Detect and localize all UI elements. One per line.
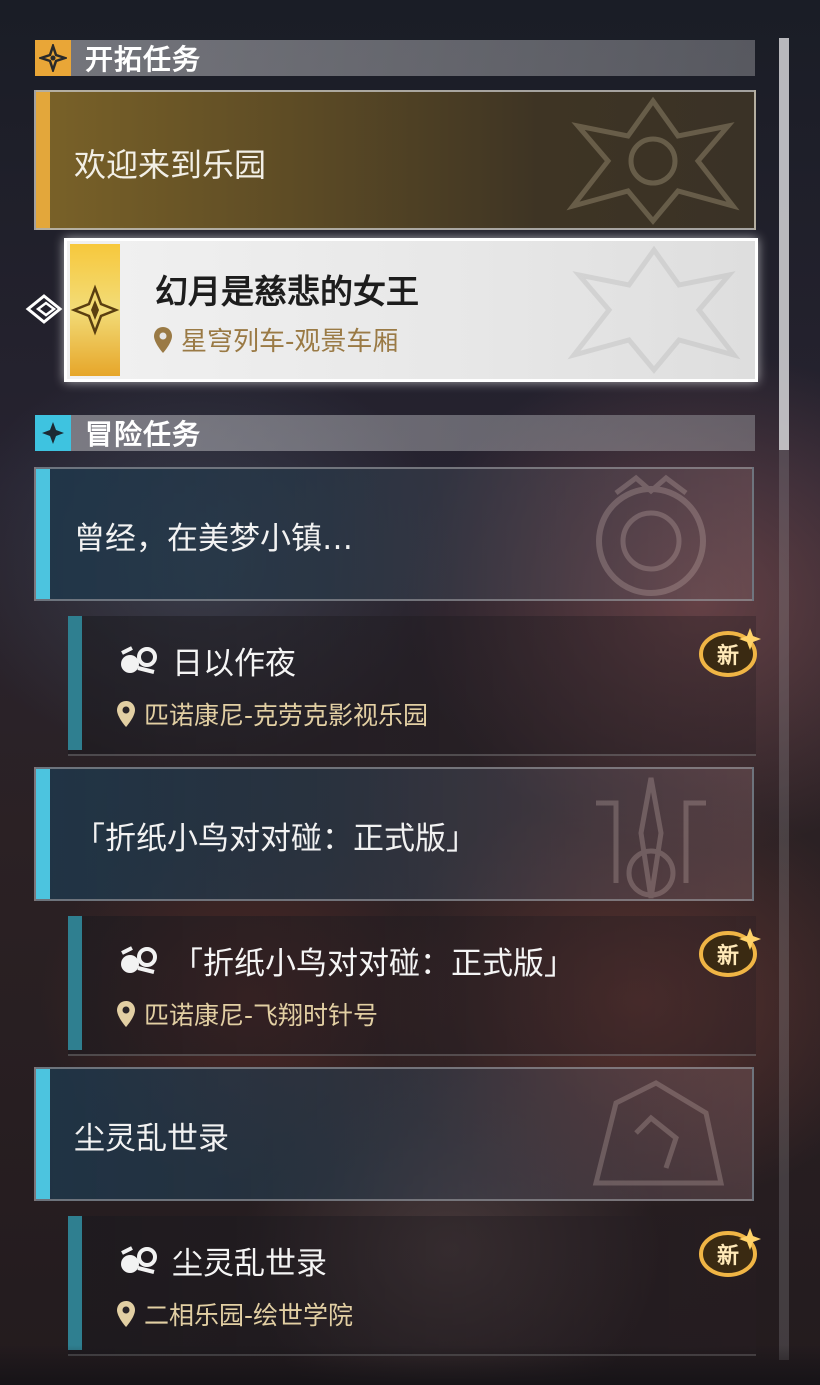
mission-location-text: 匹诺康尼-飞翔时针号 <box>144 1001 379 1030</box>
trailblaze-quest-badge <box>70 244 120 376</box>
mission-location-text: 二相乐园-绘世学院 <box>144 1301 354 1330</box>
mission-accent-bar <box>68 1216 82 1350</box>
adventure-mission-icon <box>121 1245 157 1274</box>
adventure-quest-group[interactable]: 曾经，在美梦小镇… <box>34 467 754 601</box>
location-pin-icon <box>154 326 172 353</box>
trailblaze-quest-selected[interactable]: 幻月是慈悲的女王 星穹列车-观景车厢 <box>64 238 758 382</box>
location-pin-icon <box>117 1001 135 1027</box>
adventure-quest-group[interactable]: 「折纸小鸟对对碰：正式版」 <box>34 767 754 901</box>
new-badge: 新 <box>698 624 764 680</box>
trailblaze-child-emblem-icon <box>567 245 741 374</box>
mission-title: 日以作夜 <box>172 646 296 682</box>
new-badge-text: 新 <box>717 643 739 669</box>
adventure-mission-icon <box>121 645 157 674</box>
mission-location-text: 匹诺康尼-克劳克影视乐园 <box>144 701 429 730</box>
adventure-emblem-icon <box>596 474 706 596</box>
mission-accent-bar <box>68 916 82 1050</box>
trailblaze-emblem-icon <box>566 96 740 225</box>
bottom-fade <box>0 1345 820 1385</box>
mission-title: 「折纸小鸟对对碰：正式版」 <box>172 946 575 982</box>
mission-title-row: 「折纸小鸟对对碰：正式版」 <box>118 938 575 983</box>
adventure-quest-group-title: 「折纸小鸟对对碰：正式版」 <box>74 821 477 857</box>
new-badge-text: 新 <box>717 1243 739 1269</box>
mission-accent-bar <box>68 616 82 750</box>
adventure-mission-icon <box>121 945 157 974</box>
adventure-mission-item[interactable]: 「折纸小鸟对对碰：正式版」 匹诺康尼-飞翔时针号 新 <box>68 916 761 1056</box>
trailblaze-accent-bar <box>36 92 50 228</box>
new-badge: 新 <box>698 924 764 980</box>
new-badge-text: 新 <box>717 943 739 969</box>
trailblaze-diamond-icon <box>35 40 71 76</box>
mission-location: 匹诺康尼-飞翔时针号 <box>116 996 378 1032</box>
adventure-quest-group-title: 尘灵乱世录 <box>74 1121 229 1157</box>
trailblaze-quest-location-text: 星穹列车-观景车厢 <box>181 327 399 357</box>
trailblaze-quest-location: 星穹列车-观景车厢 <box>153 321 398 358</box>
trailblaze-quest-group[interactable]: 欢迎来到乐园 <box>34 90 756 230</box>
mission-title-row: 尘灵乱世录 <box>118 1238 327 1283</box>
mission-list-panel: 开拓任务 欢迎来到乐园 幻月是慈悲的女王 星穹列车-观景车厢 冒险任务 曾经，在… <box>0 0 820 1385</box>
location-pin-icon <box>117 701 135 727</box>
scrollbar-thumb[interactable] <box>779 38 789 450</box>
trailblaze-quest-title: 幻月是慈悲的女王 <box>155 272 419 311</box>
adventure-accent-bar <box>36 1069 50 1199</box>
location-pin-icon <box>117 1301 135 1327</box>
trailblaze-quest-group-title: 欢迎来到乐园 <box>74 146 267 184</box>
adventure-accent-bar <box>36 469 50 599</box>
new-badge: 新 <box>698 1224 764 1280</box>
trailblaze-section-title: 开拓任务 <box>85 43 202 76</box>
adventure-emblem-icon <box>596 777 706 899</box>
adventure-section-header: 冒险任务 <box>35 415 755 451</box>
mission-title: 尘灵乱世录 <box>172 1246 327 1282</box>
adventure-section-title: 冒险任务 <box>85 418 202 451</box>
trailblaze-section-header: 开拓任务 <box>35 40 755 76</box>
mission-location: 匹诺康尼-克劳克影视乐园 <box>116 696 428 732</box>
adventure-star-icon <box>35 415 71 451</box>
adventure-mission-item[interactable]: 尘灵乱世录 二相乐园-绘世学院 新 <box>68 1216 761 1356</box>
adventure-accent-bar <box>36 769 50 899</box>
mission-location: 二相乐园-绘世学院 <box>116 1296 353 1332</box>
adventure-quest-group-title: 曾经，在美梦小镇… <box>74 521 353 557</box>
adventure-emblem-icon <box>592 1080 725 1186</box>
selected-quest-marker-icon <box>25 294 63 324</box>
adventure-mission-item[interactable]: 日以作夜 匹诺康尼-克劳克影视乐园 新 <box>68 616 761 756</box>
adventure-quest-group[interactable]: 尘灵乱世录 <box>34 1067 754 1201</box>
mission-title-row: 日以作夜 <box>118 638 296 683</box>
